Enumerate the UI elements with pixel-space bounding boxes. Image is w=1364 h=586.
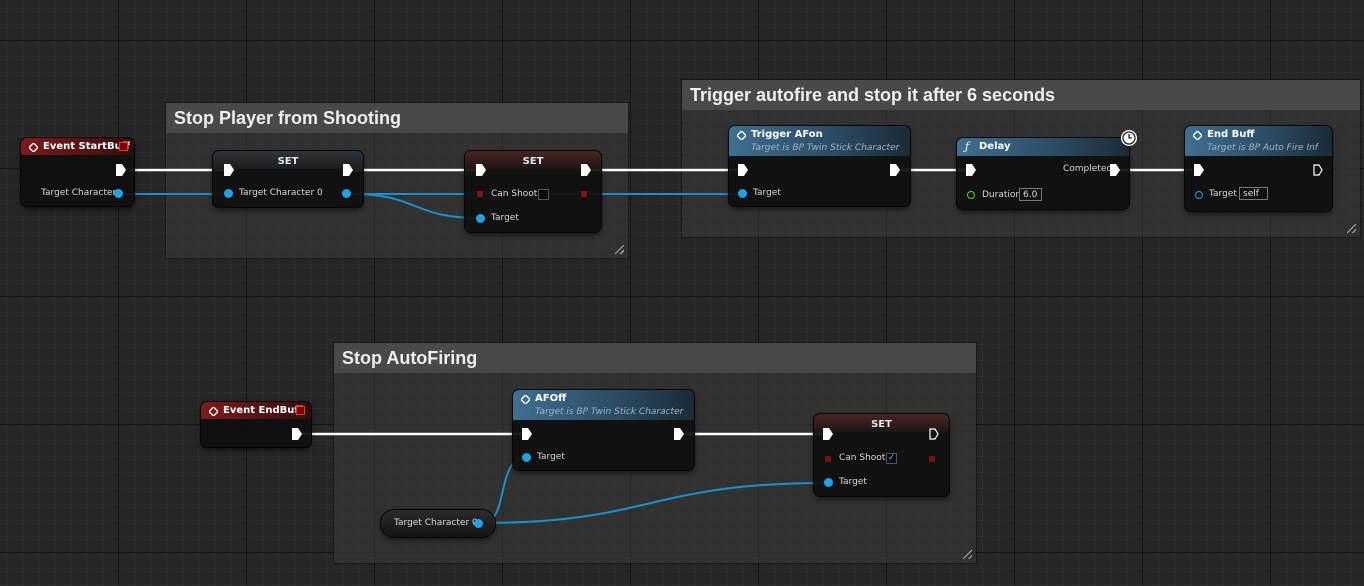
object-wire xyxy=(481,482,827,524)
exec-out-pin[interactable] xyxy=(929,428,939,440)
completed-exec-out-pin[interactable] xyxy=(1110,164,1120,176)
event-startbuff-node[interactable]: Event StartBuff Target Character xyxy=(21,138,134,206)
clock-icon xyxy=(1121,130,1137,146)
delegate-pin-icon[interactable] xyxy=(119,142,128,151)
pin-label-target-character-0: Target Character 0 xyxy=(239,188,323,198)
node-subtitle: Target is BP Twin Stick Character xyxy=(751,143,900,153)
can-shoot-checkbox[interactable] xyxy=(538,189,549,200)
target-in-pin[interactable] xyxy=(824,478,833,487)
delegate-pin-icon[interactable] xyxy=(296,406,305,415)
target-in-pin[interactable] xyxy=(1195,191,1203,199)
pin-label-target-character: Target Character xyxy=(41,188,117,198)
node-title: Trigger AFon xyxy=(751,129,823,140)
event-diamond-icon xyxy=(521,395,530,404)
pin-label-target: Target xyxy=(537,452,565,462)
set-can-shoot-node[interactable]: SET Can Shoot ✓ Target xyxy=(814,414,949,496)
pin-label-duration: Duration xyxy=(982,190,1022,200)
target-in-pin[interactable] xyxy=(522,453,531,462)
exec-out-pin[interactable] xyxy=(581,164,591,176)
pin-label-can-shoot: Can Shoot xyxy=(491,189,538,199)
pin-label-target: Target xyxy=(839,477,867,487)
node-header: SET xyxy=(213,151,363,169)
can-shoot-in-pin[interactable] xyxy=(825,456,831,462)
node-header: AFOff Target is BP Twin Stick Character xyxy=(513,390,694,420)
end-buff-node[interactable]: End Buff Target is BP Auto Fire Inf Targ… xyxy=(1185,126,1332,211)
target-in-pin[interactable] xyxy=(476,214,485,223)
exec-out-pin[interactable] xyxy=(890,164,900,176)
exec-out-pin[interactable] xyxy=(674,428,684,440)
node-subtitle: Target is BP Twin Stick Character xyxy=(535,407,684,417)
node-header: End Buff Target is BP Auto Fire Inf xyxy=(1185,126,1332,156)
target-character-out-pin[interactable] xyxy=(342,189,351,198)
wires-layer xyxy=(123,168,1192,524)
pin-label-can-shoot: Can Shoot xyxy=(839,453,886,463)
node-title: AFOff xyxy=(535,393,567,404)
afoff-node[interactable]: AFOff Target is BP Twin Stick Character … xyxy=(513,390,694,470)
target-character-out-pin[interactable] xyxy=(114,189,123,198)
event-diamond-icon xyxy=(29,143,38,152)
target-character-in-pin[interactable] xyxy=(224,189,233,198)
node-header: Trigger AFon Target is BP Twin Stick Cha… xyxy=(729,126,910,156)
pin-label-target: Target xyxy=(491,213,519,223)
target-in-pin[interactable] xyxy=(738,189,747,198)
event-diamond-icon xyxy=(737,131,746,140)
delay-node[interactable]: ƒ Delay Completed Duration 6.0 xyxy=(957,130,1137,209)
node-title: Event EndBuff xyxy=(223,405,303,416)
target-self-field[interactable]: self xyxy=(1239,187,1268,200)
exec-in-pin[interactable] xyxy=(823,428,833,440)
node-subtitle: Target is BP Auto Fire Inf xyxy=(1207,143,1318,153)
duration-in-pin[interactable] xyxy=(967,191,975,199)
pin-label-target: Target xyxy=(753,188,781,198)
exec-in-pin[interactable] xyxy=(224,164,234,176)
can-shoot-checkbox[interactable]: ✓ xyxy=(886,453,897,464)
exec-out-pin[interactable] xyxy=(343,164,353,176)
exec-out-pin[interactable] xyxy=(1313,164,1323,176)
exec-in-pin[interactable] xyxy=(522,428,532,440)
can-shoot-in-pin[interactable] xyxy=(477,191,483,197)
exec-in-pin[interactable] xyxy=(966,164,976,176)
target-character-out-pin[interactable] xyxy=(474,519,483,528)
exec-in-pin[interactable] xyxy=(476,164,486,176)
set-can-shoot-node[interactable]: SET Can Shoot Target xyxy=(465,151,601,232)
node-header: Event EndBuff xyxy=(201,402,311,419)
exec-in-pin[interactable] xyxy=(738,164,748,176)
target-character-get-node[interactable]: Target Character 0 xyxy=(381,510,495,537)
node-title: Delay xyxy=(979,141,1011,152)
node-header: ƒ Delay xyxy=(957,138,1129,156)
node-title: SET xyxy=(277,156,299,167)
exec-out-pin[interactable] xyxy=(116,164,126,176)
node-header: Event StartBuff xyxy=(21,138,134,155)
pin-label-target: Target xyxy=(1209,189,1237,199)
can-shoot-out-pin[interactable] xyxy=(929,456,935,462)
event-diamond-icon xyxy=(1193,131,1202,140)
trigger-afon-node[interactable]: Trigger AFon Target is BP Twin Stick Cha… xyxy=(729,126,910,206)
object-wire xyxy=(349,193,481,219)
exec-in-pin[interactable] xyxy=(1194,164,1204,176)
event-diamond-icon xyxy=(209,407,218,416)
set-target-character-node[interactable]: SET Target Character 0 xyxy=(213,151,363,207)
variable-label: Target Character 0 xyxy=(394,518,478,528)
node-title: End Buff xyxy=(1207,129,1255,140)
node-title: Event StartBuff xyxy=(43,141,130,152)
duration-field[interactable]: 6.0 xyxy=(1019,188,1042,201)
event-endbuff-node[interactable]: Event EndBuff xyxy=(201,402,311,447)
exec-out-pin[interactable] xyxy=(292,428,302,440)
function-f-icon: ƒ xyxy=(965,140,970,153)
pin-label-completed: Completed xyxy=(1063,164,1113,174)
can-shoot-out-pin[interactable] xyxy=(581,191,587,197)
